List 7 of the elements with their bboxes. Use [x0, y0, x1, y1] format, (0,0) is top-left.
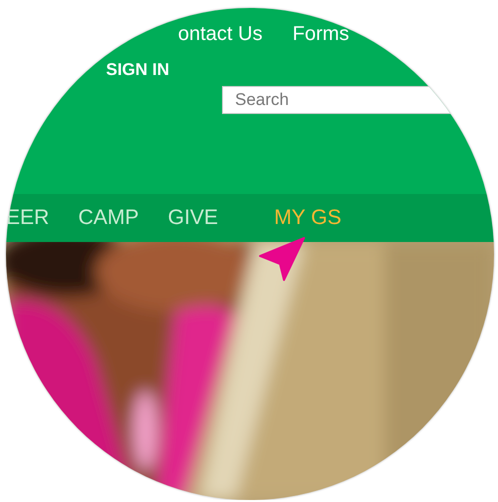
pointer-icon [258, 236, 306, 282]
header-link[interactable]: Forms [292, 22, 350, 46]
header-link[interactable]: ontact Us [178, 22, 262, 46]
sign-in-link[interactable]: SIGN IN [106, 60, 170, 79]
nav-link[interactable]: CAMP [78, 206, 139, 230]
nav-link[interactable]: GIVE [168, 206, 218, 230]
nav-link[interactable]: MY GS [274, 206, 342, 230]
